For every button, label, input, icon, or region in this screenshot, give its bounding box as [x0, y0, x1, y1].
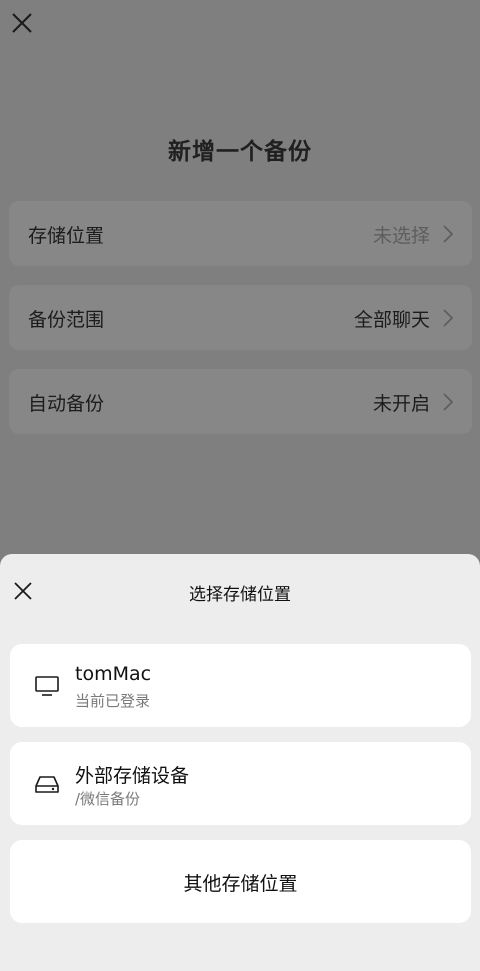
- chevron-right-icon: [442, 392, 454, 412]
- option-external-storage[interactable]: 外部存储设备 /微信备份: [10, 742, 471, 825]
- close-icon[interactable]: [10, 11, 34, 35]
- drive-icon: [33, 771, 61, 797]
- option-tommac[interactable]: tomMac 当前已登录: [10, 644, 471, 727]
- page-title: 新增一个备份: [168, 139, 312, 165]
- chevron-right-icon: [442, 224, 454, 244]
- row-value: 未开启: [372, 393, 430, 415]
- option-subtitle: /微信备份: [75, 790, 141, 808]
- storage-location-sheet: 选择存储位置 tomMac 当前已登录 外部存储设备 /微信备份 其他存储位置: [0, 554, 480, 971]
- storage-location-row[interactable]: 存储位置 未选择: [9, 201, 472, 266]
- row-label: 备份范围: [28, 309, 105, 331]
- monitor-icon: [33, 673, 61, 699]
- row-value: 全部聊天: [353, 309, 430, 331]
- option-title: 外部存储设备: [75, 765, 190, 787]
- sheet-title: 选择存储位置: [189, 585, 291, 605]
- option-title: tomMac: [75, 663, 152, 685]
- backup-scope-row[interactable]: 备份范围 全部聊天: [9, 285, 472, 350]
- other-storage-label: 其他存储位置: [183, 873, 298, 895]
- row-value: 未选择: [372, 225, 430, 247]
- row-label: 存储位置: [28, 225, 105, 247]
- chevron-right-icon: [442, 308, 454, 328]
- option-subtitle: 当前已登录: [75, 692, 151, 710]
- auto-backup-row[interactable]: 自动备份 未开启: [9, 369, 472, 434]
- other-storage-button[interactable]: 其他存储位置: [10, 840, 471, 923]
- row-label: 自动备份: [28, 393, 105, 415]
